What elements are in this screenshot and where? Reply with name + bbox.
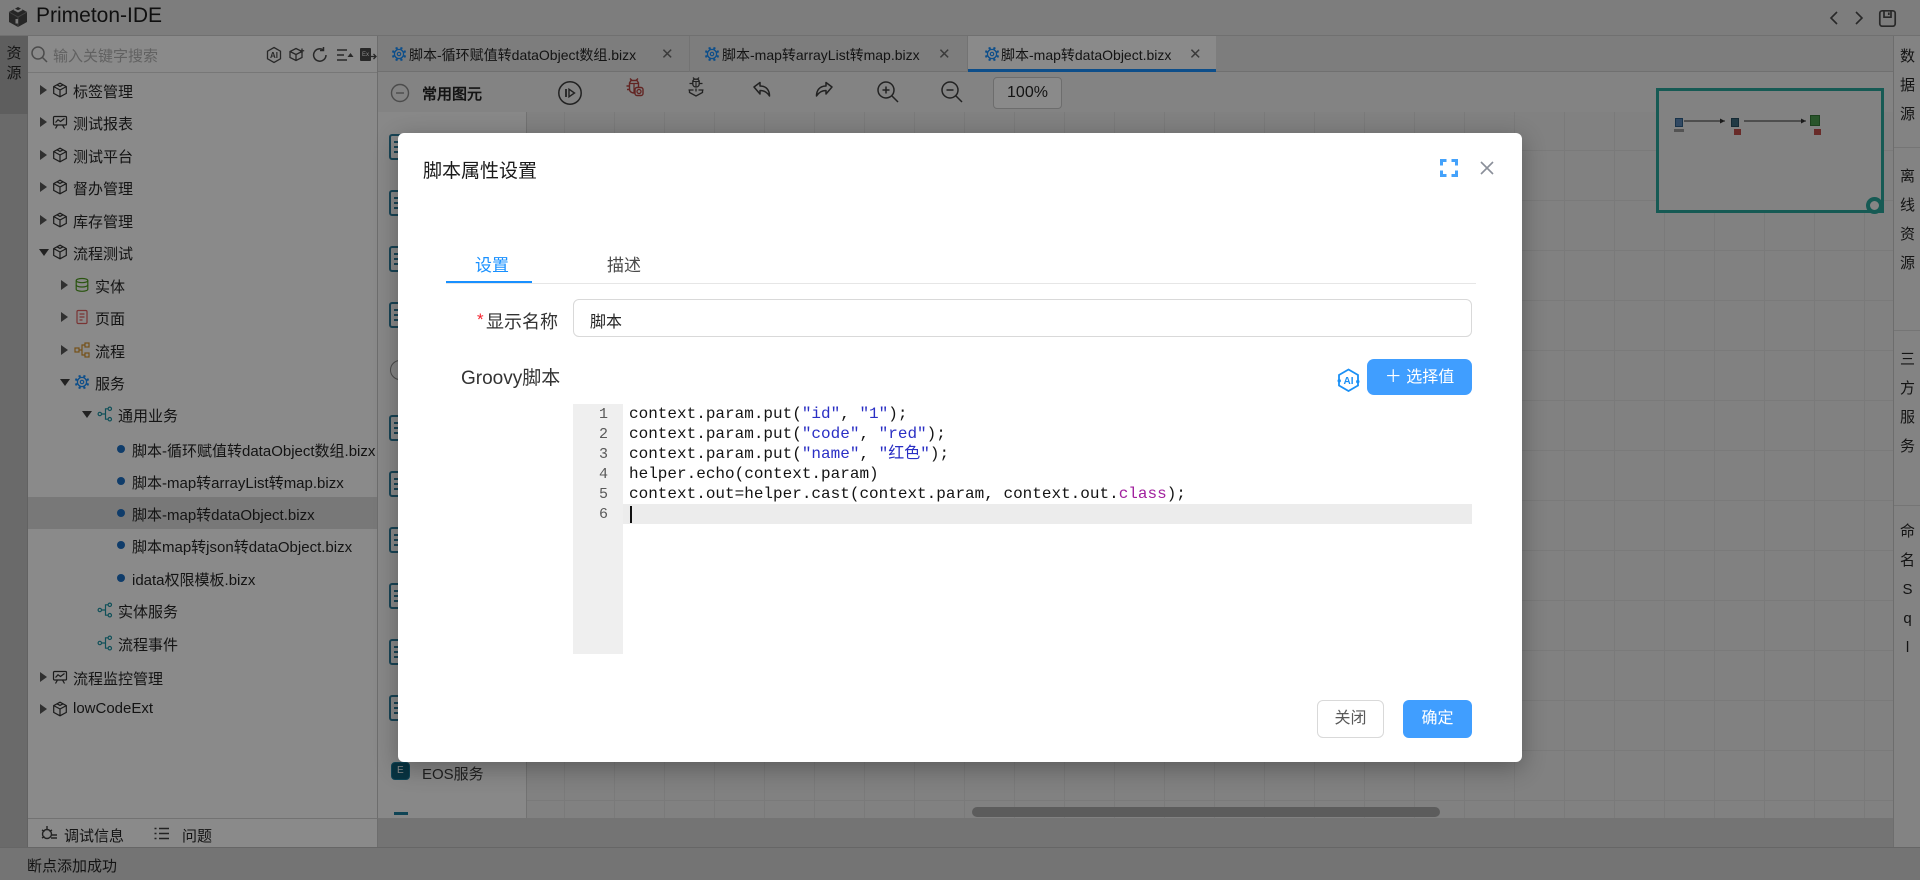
svg-text:AI: AI [1344,376,1354,387]
